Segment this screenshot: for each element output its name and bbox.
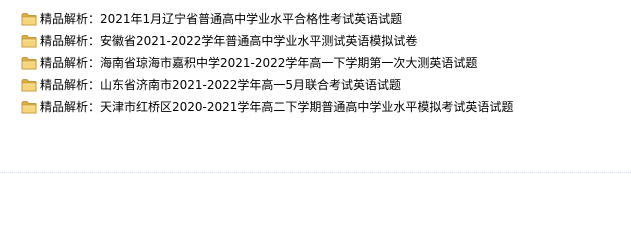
divider	[0, 172, 631, 173]
file-name: 精品解析：安徽省2021-2022学年普通高中学业水平测试英语模拟试卷	[40, 34, 418, 48]
folder-icon	[21, 56, 37, 70]
folder-icon	[21, 100, 37, 114]
list-item[interactable]: 精品解析：安徽省2021-2022学年普通高中学业水平测试英语模拟试卷	[0, 30, 631, 52]
folder-icon	[21, 12, 37, 26]
file-explorer-pane: { "files": [ {"icon": "folder-icon", "na…	[0, 0, 631, 248]
folder-icon	[21, 78, 37, 92]
file-name: 精品解析：山东省济南市2021-2022学年高一5月联合考试英语试题	[40, 78, 402, 92]
list-item[interactable]: 精品解析：天津市红桥区2020-2021学年高二下学期普通高中学业水平模拟考试英…	[0, 96, 631, 118]
list-item[interactable]: 精品解析：山东省济南市2021-2022学年高一5月联合考试英语试题	[0, 74, 631, 96]
list-item[interactable]: 精品解析：2021年1月辽宁省普通高中学业水平合格性考试英语试题	[0, 8, 631, 30]
file-list: 精品解析：2021年1月辽宁省普通高中学业水平合格性考试英语试题 精品解析：安徽…	[0, 8, 631, 118]
list-item[interactable]: 精品解析：海南省琼海市嘉积中学2021-2022学年高一下学期第一次大测英语试题	[0, 52, 631, 74]
folder-icon	[21, 34, 37, 48]
file-name: 精品解析：2021年1月辽宁省普通高中学业水平合格性考试英语试题	[40, 12, 403, 26]
file-name: 精品解析：海南省琼海市嘉积中学2021-2022学年高一下学期第一次大测英语试题	[40, 56, 478, 70]
file-name: 精品解析：天津市红桥区2020-2021学年高二下学期普通高中学业水平模拟考试英…	[40, 100, 514, 114]
